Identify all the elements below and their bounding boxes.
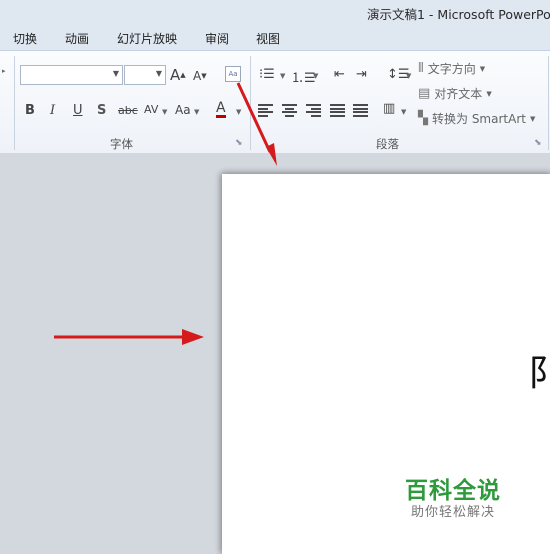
- annotation-arrows: [54, 82, 277, 345]
- arrow-to-slide: [54, 329, 204, 345]
- arrow-to-launcher: [236, 82, 277, 166]
